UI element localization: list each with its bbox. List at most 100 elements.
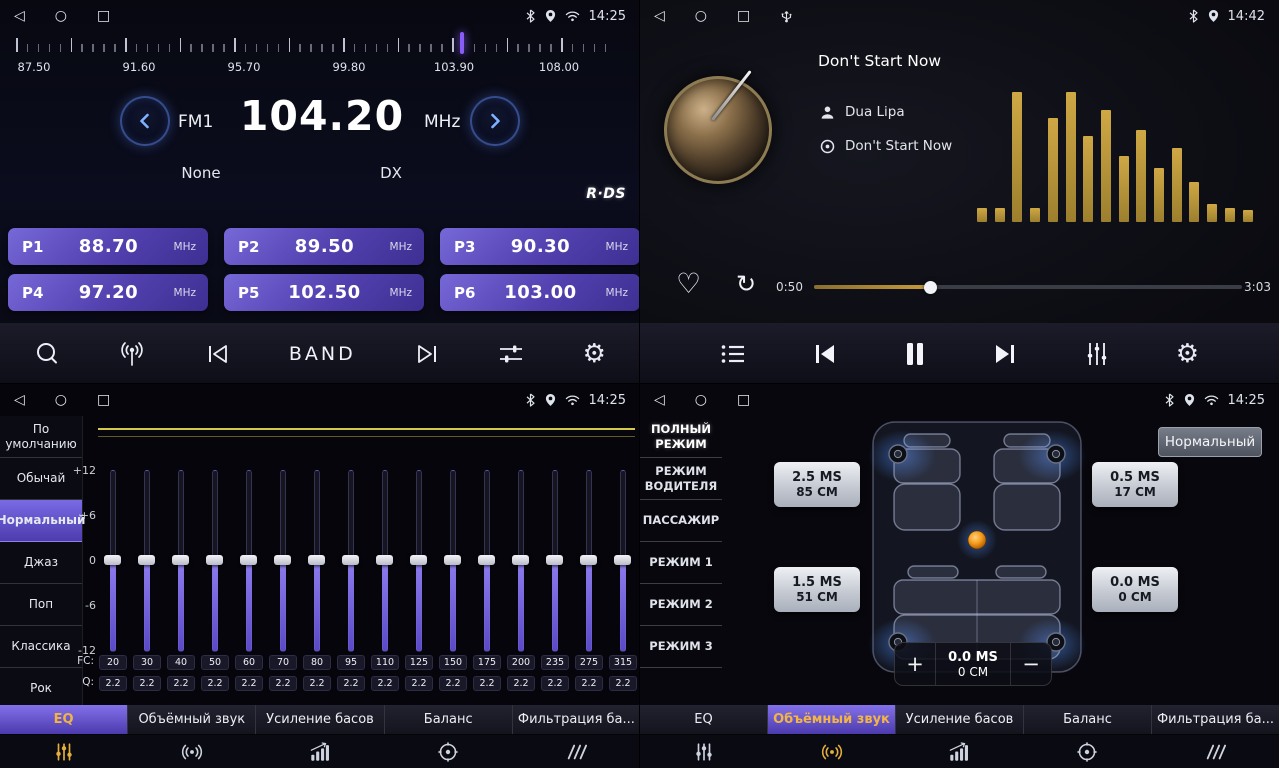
- tuning-indicator[interactable]: [460, 32, 464, 54]
- eq-slider-knob[interactable]: [138, 555, 155, 565]
- mode-full[interactable]: ПОЛНЫЙ РЕЖИМ: [640, 416, 722, 458]
- eq-band-slider[interactable]: [484, 470, 490, 652]
- next-track-button[interactable]: [992, 342, 1018, 366]
- preset-button-p3[interactable]: P390.30MHz: [440, 228, 640, 265]
- tab-surround[interactable]: Объёмный звук: [128, 705, 256, 734]
- eq-slider-knob[interactable]: [274, 555, 291, 565]
- eq-band-slider[interactable]: [416, 470, 422, 652]
- eq-band-slider[interactable]: [110, 470, 116, 652]
- eq-slider-knob[interactable]: [410, 555, 427, 565]
- band-button[interactable]: BAND: [289, 343, 356, 365]
- tab-filter-icon-cell[interactable]: [1151, 735, 1279, 768]
- eq-band-slider[interactable]: [280, 470, 286, 652]
- settings-button[interactable]: ⚙: [1176, 341, 1199, 367]
- nav-back-icon[interactable]: ◁: [14, 393, 25, 407]
- next-station-button[interactable]: [414, 343, 440, 365]
- frequency-scale[interactable]: [0, 34, 640, 54]
- mode-2[interactable]: РЕЖИМ 2: [640, 584, 722, 626]
- eq-preset-shortcut-button[interactable]: Нормальный: [1158, 427, 1262, 457]
- nav-home-icon[interactable]: ○: [695, 393, 707, 407]
- nav-back-icon[interactable]: ◁: [654, 393, 665, 407]
- tab-balance-icon-cell[interactable]: [384, 735, 512, 768]
- equalizer-button[interactable]: [1084, 341, 1110, 367]
- eq-slider-knob[interactable]: [206, 555, 223, 565]
- nav-home-icon[interactable]: ○: [695, 9, 707, 23]
- listening-position-ball[interactable]: [968, 531, 986, 549]
- tab-balance[interactable]: Баланс: [385, 705, 513, 734]
- eq-slider-knob[interactable]: [580, 555, 597, 565]
- nav-recents-icon[interactable]: □: [737, 393, 750, 407]
- tab-bass-boost[interactable]: Усиление басов: [896, 705, 1024, 734]
- eq-band-slider[interactable]: [212, 470, 218, 652]
- tab-eq[interactable]: EQ: [640, 705, 768, 734]
- mode-passenger[interactable]: ПАССАЖИР: [640, 500, 722, 542]
- eq-band-slider[interactable]: [144, 470, 150, 652]
- eq-slider-knob[interactable]: [512, 555, 529, 565]
- eq-slider-knob[interactable]: [308, 555, 325, 565]
- broadcast-button[interactable]: [118, 342, 146, 367]
- playlist-button[interactable]: [720, 343, 746, 365]
- eq-slider-knob[interactable]: [240, 555, 257, 565]
- tab-bass-boost[interactable]: Усиление басов: [256, 705, 384, 734]
- tab-bass-icon-cell[interactable]: [256, 735, 384, 768]
- tab-filter[interactable]: Фильтрация ба...: [1152, 705, 1279, 734]
- previous-station-button[interactable]: [205, 343, 231, 365]
- settings-button[interactable]: ⚙: [583, 341, 606, 367]
- nav-back-icon[interactable]: ◁: [14, 9, 25, 23]
- tab-eq-icon-cell[interactable]: [0, 735, 128, 768]
- eq-band-slider[interactable]: [178, 470, 184, 652]
- tab-eq[interactable]: EQ: [0, 705, 128, 734]
- preset-button-p2[interactable]: P289.50MHz: [224, 228, 424, 265]
- eq-slider-knob[interactable]: [342, 555, 359, 565]
- delay-increase-button[interactable]: +: [895, 643, 935, 685]
- preset-button-p5[interactable]: P5102.50MHz: [224, 274, 424, 311]
- mode-3[interactable]: РЕЖИМ 3: [640, 626, 722, 668]
- eq-slider-knob[interactable]: [376, 555, 393, 565]
- eq-slider-knob[interactable]: [104, 555, 121, 565]
- eq-band-slider[interactable]: [382, 470, 388, 652]
- preset-button-p6[interactable]: P6103.00MHz: [440, 274, 640, 311]
- tab-filter-icon-cell[interactable]: [512, 735, 640, 768]
- nav-home-icon[interactable]: ○: [55, 9, 67, 23]
- preset-button-p4[interactable]: P497.20MHz: [8, 274, 208, 311]
- nav-recents-icon[interactable]: □: [97, 9, 110, 23]
- eq-slider-knob[interactable]: [478, 555, 495, 565]
- mode-1[interactable]: РЕЖИМ 1: [640, 542, 722, 584]
- eq-band-slider[interactable]: [314, 470, 320, 652]
- favorite-button[interactable]: ♡: [676, 270, 701, 298]
- eq-band-slider[interactable]: [620, 470, 626, 652]
- tab-filter[interactable]: Фильтрация ба...: [513, 705, 640, 734]
- eq-slider-knob[interactable]: [614, 555, 631, 565]
- tune-down-button[interactable]: [120, 96, 170, 146]
- nav-recents-icon[interactable]: □: [737, 9, 750, 23]
- eq-slider-knob[interactable]: [444, 555, 461, 565]
- preset-button-p1[interactable]: P188.70MHz: [8, 228, 208, 265]
- mode-driver[interactable]: РЕЖИМ ВОДИТЕЛЯ: [640, 458, 722, 500]
- tab-balance[interactable]: Баланс: [1024, 705, 1152, 734]
- eq-band-slider[interactable]: [518, 470, 524, 652]
- previous-track-button[interactable]: [812, 342, 838, 366]
- eq-slider-knob[interactable]: [546, 555, 563, 565]
- tab-surround-icon-cell[interactable]: [768, 735, 896, 768]
- tuner-settings-button[interactable]: [498, 342, 524, 366]
- tab-surround-icon-cell[interactable]: [128, 735, 256, 768]
- pause-button[interactable]: [904, 341, 926, 367]
- tune-up-button[interactable]: [470, 96, 520, 146]
- seek-bar-knob[interactable]: [924, 281, 937, 294]
- nav-home-icon[interactable]: ○: [55, 393, 67, 407]
- scan-button[interactable]: [34, 341, 60, 367]
- tab-eq-icon-cell[interactable]: [640, 735, 768, 768]
- nav-recents-icon[interactable]: □: [97, 393, 110, 407]
- eq-band-slider[interactable]: [450, 470, 456, 652]
- eq-band-slider[interactable]: [348, 470, 354, 652]
- eq-band-slider[interactable]: [586, 470, 592, 652]
- repeat-button[interactable]: ↻: [736, 272, 756, 296]
- eq-band-slider[interactable]: [552, 470, 558, 652]
- tab-bass-icon-cell[interactable]: [896, 735, 1024, 768]
- tab-balance-icon-cell[interactable]: [1023, 735, 1151, 768]
- eq-slider-knob[interactable]: [172, 555, 189, 565]
- delay-decrease-button[interactable]: −: [1011, 643, 1051, 685]
- eq-band-slider[interactable]: [246, 470, 252, 652]
- tab-surround[interactable]: Объёмный звук: [768, 705, 896, 734]
- seek-bar[interactable]: [814, 285, 1242, 289]
